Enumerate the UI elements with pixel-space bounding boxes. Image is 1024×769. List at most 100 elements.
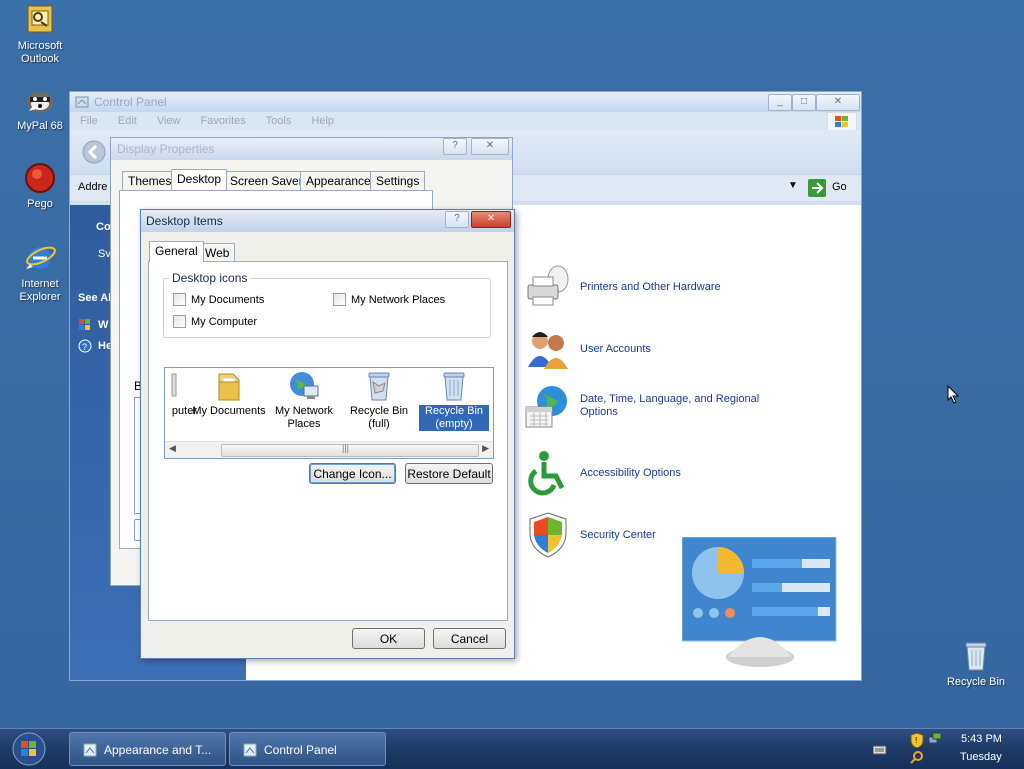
menu-favorites[interactable]: Favorites	[201, 115, 246, 127]
desktop-icon-label: MyPal 68	[17, 120, 63, 132]
svg-text:?: ?	[82, 342, 87, 352]
folder-icon	[213, 370, 245, 402]
taskbar-button-label: Control Panel	[264, 743, 337, 757]
desktop-icon-list[interactable]: puter My Documents My Network Places Rec…	[164, 367, 494, 459]
minimize-button[interactable]: _	[768, 94, 792, 111]
desktop-icon-mypal[interactable]: MyPal 68	[0, 84, 80, 133]
restore-default-button[interactable]: Restore Default	[405, 463, 493, 484]
recycle-bin-full-icon	[363, 370, 395, 402]
menu-file[interactable]: File	[80, 115, 98, 127]
svg-text:!: !	[915, 736, 917, 745]
checkbox-box[interactable]	[173, 293, 186, 306]
list-item-recycle-bin-empty[interactable]: Recycle Bin (empty)	[417, 370, 491, 431]
list-item-label: My Network	[274, 405, 334, 417]
category-label: User Accounts	[580, 343, 651, 355]
category-accessibility[interactable]: Accessibility Options	[524, 449, 681, 497]
menu-view[interactable]: View	[157, 115, 181, 127]
start-button[interactable]	[10, 731, 48, 767]
list-item-my-documents[interactable]: My Documents	[192, 370, 266, 418]
desktop-icon-internet-explorer[interactable]: Internet Explorer	[0, 242, 80, 304]
control-panel-titlebar[interactable]: Control Panel _ □ ✕	[70, 92, 861, 112]
pane-item[interactable]: Sv	[98, 248, 111, 260]
ok-button[interactable]: OK	[352, 628, 425, 649]
menu-bar: File Edit View Favorites Tools Help	[70, 112, 861, 132]
menu-help[interactable]: Help	[311, 115, 334, 127]
desktop-icon-label: Microsoft Outlook	[17, 40, 63, 65]
list-item-label: Recycle Bin	[424, 405, 484, 417]
checkbox-label: My Computer	[191, 315, 258, 328]
checkbox-box[interactable]	[173, 315, 186, 328]
taskbar: Appearance and T... Control Panel ! 5:43…	[0, 728, 1024, 769]
recycle-bin-icon	[960, 640, 992, 672]
desktop-icon-outlook[interactable]: Microsoft Outlook	[0, 4, 80, 66]
desktop-items-dialog: Desktop Items ? ✕ General Web Desktop ic…	[140, 209, 515, 659]
category-label: Printers and Other Hardware	[580, 281, 721, 293]
tab-general[interactable]: General	[149, 241, 204, 262]
help-button[interactable]: ?	[445, 211, 469, 228]
help-icon: ?	[78, 339, 92, 353]
desktop-icon-pego[interactable]: Pego	[0, 162, 80, 211]
list-item-my-network-places[interactable]: My Network Places	[267, 370, 341, 431]
windows-update-icon	[79, 319, 90, 330]
category-date-time[interactable]: Date, Time, Language, and Regional Optio…	[524, 383, 780, 431]
close-button[interactable]: ✕	[471, 211, 511, 228]
menu-tools[interactable]: Tools	[266, 115, 292, 127]
taskbar-button-control-panel[interactable]: Control Panel	[229, 732, 386, 766]
category-printers[interactable]: Printers and Other Hardware	[524, 263, 721, 311]
horizontal-scrollbar[interactable]: ◀ ||| ▶	[165, 441, 493, 458]
back-arrow-icon[interactable]	[82, 140, 106, 164]
tab-screen-saver[interactable]: Screen Saver	[224, 171, 309, 190]
tab-themes[interactable]: Themes	[122, 171, 178, 190]
keyboard-icon[interactable]	[873, 745, 887, 755]
accessibility-icon	[524, 449, 572, 497]
menu-edit[interactable]: Edit	[118, 115, 137, 127]
network-globe-icon	[288, 370, 320, 402]
tab-appearance[interactable]: Appearance	[300, 171, 377, 190]
search-tray-icon[interactable]	[910, 750, 924, 764]
pego-icon	[24, 162, 56, 194]
go-arrow-icon[interactable]	[808, 179, 826, 197]
control-panel-icon	[243, 743, 257, 757]
checkbox-box[interactable]	[333, 293, 346, 306]
date-time-globe-icon	[524, 383, 572, 431]
list-item-label-line2: (full)	[368, 418, 390, 430]
desktop-icon-recycle-bin[interactable]: Recycle Bin	[936, 640, 1016, 689]
my-computer-checkbox[interactable]: My Computer	[173, 315, 257, 328]
address-dropdown-arrow-icon[interactable]: ▼	[788, 180, 798, 191]
scroll-right-arrow-icon[interactable]: ▶	[482, 443, 489, 454]
tab-settings[interactable]: Settings	[370, 171, 426, 190]
cancel-button[interactable]: Cancel	[433, 628, 506, 649]
change-icon-button[interactable]: Change Icon...	[309, 463, 396, 484]
close-button[interactable]: ✕	[816, 94, 860, 111]
see-also-link-1[interactable]: W	[98, 319, 108, 331]
category-security-center[interactable]: Security Center	[524, 511, 656, 559]
window-title: Desktop Items	[146, 214, 223, 228]
my-network-places-checkbox[interactable]: My Network Places	[333, 293, 445, 306]
clock-day[interactable]: Tuesday	[960, 751, 1002, 763]
scroll-left-arrow-icon[interactable]: ◀	[169, 443, 176, 454]
list-item-recycle-bin-full[interactable]: Recycle Bin (full)	[342, 370, 416, 431]
desktop-items-titlebar[interactable]: Desktop Items ? ✕	[141, 210, 514, 232]
desktop-icons-group	[163, 278, 491, 338]
security-shield-tray-icon[interactable]: !	[910, 732, 924, 748]
see-also-heading: See Al	[78, 292, 112, 304]
window-title: Display Properties	[117, 142, 215, 156]
tab-desktop[interactable]: Desktop	[171, 169, 228, 190]
maximize-button[interactable]: □	[792, 94, 816, 111]
scroll-thumb[interactable]: |||	[221, 443, 479, 457]
desktop-icon-label: Internet Explorer	[19, 278, 61, 303]
control-panel-icon	[75, 96, 89, 108]
help-button[interactable]: ?	[443, 138, 467, 155]
my-documents-checkbox[interactable]: My Documents	[173, 293, 264, 306]
clock-time[interactable]: 5:43 PM	[961, 733, 1002, 745]
display-properties-titlebar[interactable]: Display Properties ? ✕	[111, 138, 512, 160]
close-button[interactable]: ✕	[471, 138, 509, 155]
list-item-label: Recycle Bin	[349, 405, 409, 417]
network-tray-icon[interactable]	[928, 732, 942, 746]
go-button[interactable]: Go	[832, 181, 847, 193]
taskbar-button-appearance[interactable]: Appearance and T...	[69, 732, 226, 766]
category-user-accounts[interactable]: User Accounts	[524, 325, 651, 373]
printer-icon	[524, 263, 572, 311]
tab-web[interactable]: Web	[199, 243, 236, 262]
desktop: Microsoft Outlook MyPal 68 Pego Internet…	[0, 0, 1024, 728]
